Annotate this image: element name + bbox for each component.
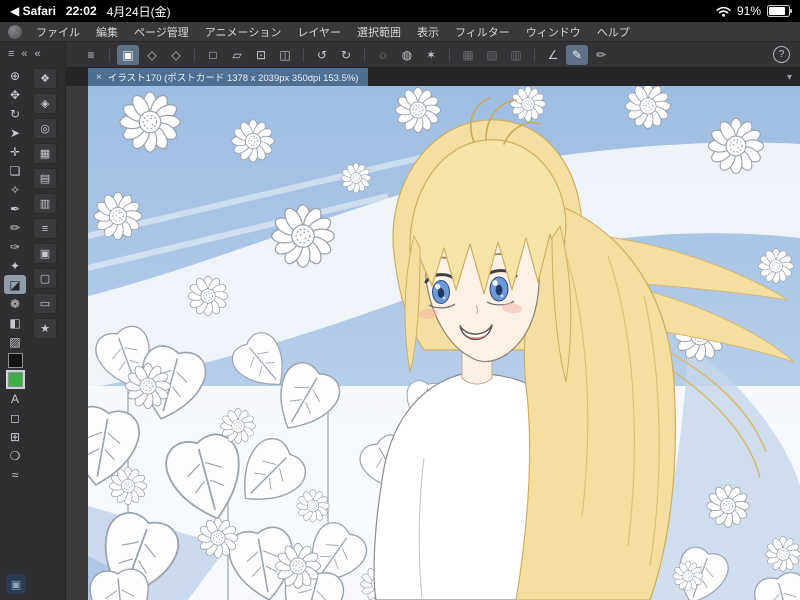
battery-icon [767, 5, 792, 17]
clip-studio-paint-window: ◀ Safari 22:02 4月24日(金) 91% ファイル 編集 ページ管… [0, 0, 800, 600]
sidebar-menu-icon[interactable]: ≡ [8, 48, 14, 60]
undo-icon[interactable]: ↺ [311, 45, 333, 65]
mask-icon[interactable]: ▨ [481, 45, 503, 65]
lock-icon[interactable]: ◫ [274, 45, 296, 65]
save-file-icon[interactable]: ⊡ [250, 45, 272, 65]
document-tab-bar: × イラスト170 (ポストカード 1378 x 2039px 350dpi 1… [66, 68, 800, 86]
color-set-palette-icon[interactable]: ▦ [33, 143, 57, 164]
back-to-safari-link[interactable]: ◀ Safari [10, 4, 56, 18]
new-canvas-icon[interactable]: □ [202, 45, 224, 65]
magic-wand-icon[interactable]: ✶ [420, 45, 442, 65]
main-menu-icon[interactable]: ≡ [80, 45, 102, 65]
drawing-canvas[interactable] [88, 86, 800, 600]
toolbar-separator [364, 47, 365, 62]
eraser-tool-icon[interactable]: ◪ [4, 275, 26, 294]
date: 4月24日(金) [106, 4, 171, 19]
color-slider-palette-icon[interactable]: ▤ [33, 168, 57, 189]
tool-sidebar: ≡ « « ⊕ ✥ ↻ ➤ ✛ ❏ ✧ ✒ ✏ ✑ ✦ ◪ ❁ ◧ ▨ A ◻ … [0, 42, 66, 600]
pen-tool-icon[interactable]: ✒ [4, 199, 26, 218]
toolbar-separator [194, 47, 195, 62]
frame-border-tool-icon[interactable]: ⊞ [4, 427, 26, 446]
figure-tool-icon[interactable]: ◻ [4, 408, 26, 427]
foreground-color-chip[interactable] [7, 353, 23, 368]
document-tab[interactable]: × イラスト170 (ポストカード 1378 x 2039px 350dpi 1… [88, 68, 369, 86]
clip-studio-logo-icon[interactable] [8, 24, 22, 39]
clock: 22:02 [65, 4, 97, 18]
subtool-palette-icon[interactable]: ❖ [33, 68, 57, 89]
toolbar-separator [449, 47, 450, 62]
rotate-tool-icon[interactable]: ↻ [4, 104, 26, 123]
close-tab-icon[interactable]: × [96, 72, 102, 83]
menu-filter[interactable]: フィルター [447, 24, 518, 40]
collapse-left2-icon[interactable]: « [35, 48, 41, 60]
layer-property-palette-icon[interactable]: ≡ [33, 218, 57, 239]
material-palette-icon[interactable]: ★ [33, 318, 57, 339]
menu-page-manage[interactable]: ページ管理 [126, 24, 197, 40]
command-bar-toggle-icon[interactable]: ▣ [6, 574, 26, 594]
grid-icon[interactable]: ▦ [457, 45, 479, 65]
toolbar-separator [303, 47, 304, 62]
toolbar-separator [109, 47, 110, 62]
eyedropper-tool-icon[interactable]: ✧ [4, 180, 26, 199]
redo-icon[interactable]: ↻ [335, 45, 357, 65]
frame-icon[interactable]: ▥ [505, 45, 527, 65]
blend-tool-icon[interactable]: ❁ [4, 294, 26, 313]
ipad-status-bar: ◀ Safari 22:02 4月24日(金) 91% [0, 0, 800, 22]
deselect-icon[interactable]: ◌ [372, 45, 394, 65]
object-tool-icon[interactable]: ▣ [117, 44, 139, 65]
pencil-tool-icon[interactable]: ✏ [4, 218, 26, 237]
correction-tool-icon[interactable]: ≈ [4, 465, 26, 484]
color-wheel-palette-icon[interactable]: ◎ [33, 118, 57, 139]
menu-window[interactable]: ウィンドウ [518, 24, 589, 40]
text-tool-icon[interactable]: A [4, 389, 26, 408]
canvas-background [66, 86, 800, 600]
open-file-icon[interactable]: ▱ [226, 45, 248, 65]
zoom-tool-icon[interactable]: ⊕ [4, 66, 26, 85]
stabilization-icon[interactable]: ✏ [590, 45, 612, 65]
menu-file[interactable]: ファイル [28, 24, 88, 40]
brush-tool-icon[interactable]: ✑ [4, 237, 26, 256]
reselect-icon[interactable]: ◍ [396, 45, 418, 65]
layer-folder-palette-icon[interactable]: ▢ [33, 268, 57, 289]
move-layer-tool-icon[interactable]: ✛ [4, 142, 26, 161]
pen-toggle-icon[interactable]: ✎ [566, 44, 588, 65]
menu-bar: ファイル 編集 ページ管理 アニメーション レイヤー 選択範囲 表示 フィルター… [0, 22, 800, 42]
hand-tool-icon[interactable]: ✥ [4, 85, 26, 104]
menu-view[interactable]: 表示 [409, 24, 447, 40]
gradient-tool-icon[interactable]: ▨ [4, 332, 26, 351]
selection-tool-icon[interactable]: ❏ [4, 161, 26, 180]
toolbar-separator [534, 47, 535, 62]
menu-edit[interactable]: 編集 [88, 24, 126, 40]
battery-percent: 91% [736, 4, 761, 18]
current-color-chip[interactable] [7, 372, 23, 387]
tool-property-palette-icon[interactable]: ◈ [33, 93, 57, 114]
chevron-down-icon[interactable]: ▾ [787, 72, 800, 83]
layer-palette-icon[interactable]: ▣ [33, 243, 57, 264]
airbrush-tool-icon[interactable]: ✦ [4, 256, 26, 275]
collapse-diamond-icon[interactable]: ◇ [141, 45, 163, 65]
document-tab-title: イラスト170 (ポストカード 1378 x 2039px 350dpi 153… [107, 73, 359, 84]
help-icon[interactable]: ? [773, 46, 790, 63]
collapse-left-icon[interactable]: « [21, 48, 27, 60]
wifi-icon [716, 6, 731, 17]
menu-help[interactable]: ヘルプ [589, 24, 638, 40]
illustration [88, 86, 800, 600]
menu-animation[interactable]: アニメーション [197, 24, 290, 40]
palette-column: ❖ ◈ ◎ ▦ ▤ ▥ ≡ ▣ ▢ ▭ ★ [30, 66, 60, 484]
operation-tool-icon[interactable]: ➤ [4, 123, 26, 142]
snap-angle-icon[interactable]: ∠ [542, 45, 564, 65]
fill-tool-icon[interactable]: ◧ [4, 313, 26, 332]
menu-layer[interactable]: レイヤー [289, 24, 349, 40]
navigator-palette-icon[interactable]: ▭ [33, 293, 57, 314]
tool-column: ⊕ ✥ ↻ ➤ ✛ ❏ ✧ ✒ ✏ ✑ ✦ ◪ ❁ ◧ ▨ A ◻ ⊞ ❍ ≈ [0, 66, 30, 484]
collapse-diamond2-icon[interactable]: ◇ [165, 45, 187, 65]
balloon-tool-icon[interactable]: ❍ [4, 446, 26, 465]
menu-selection[interactable]: 選択範囲 [349, 24, 409, 40]
command-toolbar: ≡ ▣ ◇ ◇ □ ▱ ⊡ ◫ ↺ ↻ ◌ ◍ ✶ ▦ ▨ ▥ ∠ ✎ ✏ ? [66, 42, 800, 68]
timeline-palette-icon[interactable]: ▥ [33, 193, 57, 214]
